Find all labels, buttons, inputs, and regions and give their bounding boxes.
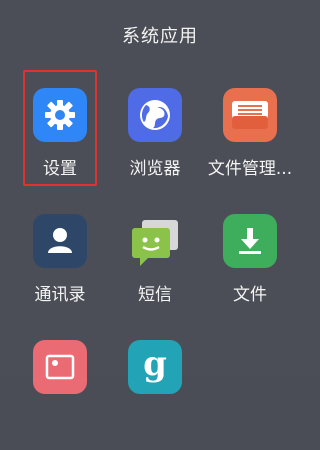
app-files[interactable]: 文件 [205, 214, 295, 324]
app-messages[interactable]: 短信 [110, 214, 200, 324]
app-file-manager[interactable]: 文件管理... [205, 88, 295, 198]
folder-icon [223, 88, 277, 142]
app-label-browser: 浏览器 [129, 159, 181, 179]
message-icon [128, 214, 182, 268]
app-g[interactable]: g [110, 340, 200, 450]
contact-icon [33, 214, 87, 268]
app-label-file-manager: 文件管理... [207, 159, 293, 179]
system-apps-panel: 系统应用 设置 浏览器 文件管理... 通讯录 短信 文件 g [0, 0, 320, 394]
gallery-icon [33, 340, 87, 394]
panel-title: 系统应用 [122, 26, 198, 47]
app-gallery[interactable] [15, 340, 105, 450]
download-icon [223, 214, 277, 268]
app-label-files: 文件 [233, 285, 267, 305]
app-label-messages: 短信 [138, 285, 172, 305]
app-label-settings: 设置 [43, 159, 77, 179]
app-label-contacts: 通讯录 [34, 285, 86, 305]
g-icon: g [128, 340, 182, 394]
app-settings[interactable]: 设置 [15, 88, 105, 198]
app-browser[interactable]: 浏览器 [110, 88, 200, 198]
app-contacts[interactable]: 通讯录 [15, 214, 105, 324]
gear-icon [33, 88, 87, 142]
globe-icon [128, 88, 182, 142]
